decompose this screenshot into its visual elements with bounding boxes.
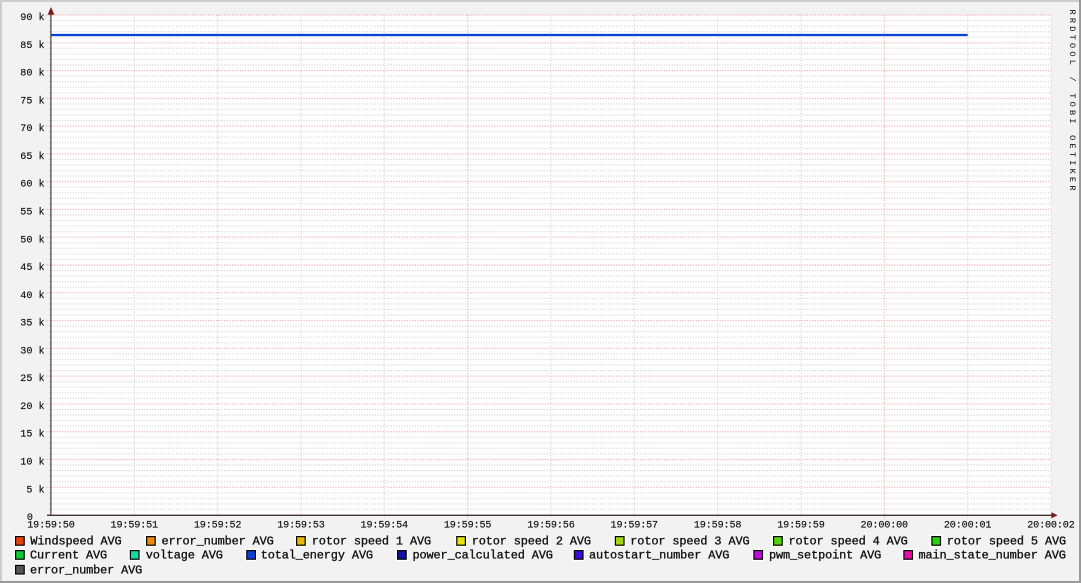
svg-text:20:00:02: 20:00:02	[1027, 521, 1075, 532]
svg-text:35 k: 35 k	[20, 318, 44, 330]
svg-text:19:59:50: 19:59:50	[27, 521, 75, 532]
svg-text:19:59:56: 19:59:56	[527, 521, 575, 532]
svg-text:pwm_setpoint AVG: pwm_setpoint AVG	[769, 549, 881, 563]
svg-text:total_energy AVG: total_energy AVG	[261, 549, 373, 563]
svg-text:Windspeed AVG: Windspeed AVG	[30, 535, 121, 549]
svg-text:65 k: 65 k	[20, 151, 44, 163]
svg-text:power_calculated AVG: power_calculated AVG	[413, 549, 553, 563]
svg-text:19:59:54: 19:59:54	[361, 521, 409, 532]
svg-text:60 k: 60 k	[20, 179, 44, 191]
svg-text:80 k: 80 k	[20, 68, 44, 80]
svg-text:50 k: 50 k	[20, 234, 44, 246]
svg-text:Current AVG: Current AVG	[30, 549, 107, 563]
svg-text:30 k: 30 k	[20, 345, 44, 357]
svg-text:15 k: 15 k	[20, 429, 44, 441]
svg-text:19:59:53: 19:59:53	[277, 521, 325, 532]
svg-text:19:59:58: 19:59:58	[694, 521, 742, 532]
svg-text:90 k: 90 k	[20, 12, 44, 24]
svg-text:19:59:55: 19:59:55	[444, 521, 492, 532]
svg-text:25 k: 25 k	[20, 373, 44, 385]
svg-text:voltage AVG: voltage AVG	[146, 549, 223, 563]
svg-text:20:00:00: 20:00:00	[861, 521, 909, 532]
svg-text:20:00:01: 20:00:01	[944, 521, 992, 532]
svg-text:error_number AVG: error_number AVG	[162, 535, 274, 549]
svg-text:75 k: 75 k	[20, 95, 44, 107]
svg-text:autostart_number AVG: autostart_number AVG	[589, 549, 729, 563]
svg-text:rotor speed 1 AVG: rotor speed 1 AVG	[312, 535, 431, 549]
svg-text:main_state_number AVG: main_state_number AVG	[919, 549, 1066, 563]
svg-text:10 k: 10 k	[20, 456, 44, 468]
svg-text:70 k: 70 k	[20, 123, 44, 135]
svg-text:5 k: 5 k	[26, 484, 44, 496]
svg-text:error_number AVG: error_number AVG	[30, 563, 142, 577]
svg-text:19:59:51: 19:59:51	[111, 521, 159, 532]
svg-text:rotor speed 3 AVG: rotor speed 3 AVG	[630, 535, 749, 549]
svg-text:19:59:57: 19:59:57	[611, 521, 659, 532]
svg-text:20 k: 20 k	[20, 401, 44, 413]
svg-text:40 k: 40 k	[20, 290, 44, 302]
svg-text:85 k: 85 k	[20, 40, 44, 52]
svg-text:19:59:59: 19:59:59	[777, 521, 825, 532]
svg-text:rotor speed 4 AVG: rotor speed 4 AVG	[789, 535, 908, 549]
svg-text:rotor speed 2 AVG: rotor speed 2 AVG	[472, 535, 591, 549]
svg-text:55 k: 55 k	[20, 206, 44, 218]
svg-text:19:59:52: 19:59:52	[194, 521, 242, 532]
svg-text:45 k: 45 k	[20, 262, 44, 274]
svg-text:rotor speed 5 AVG: rotor speed 5 AVG	[947, 535, 1066, 549]
